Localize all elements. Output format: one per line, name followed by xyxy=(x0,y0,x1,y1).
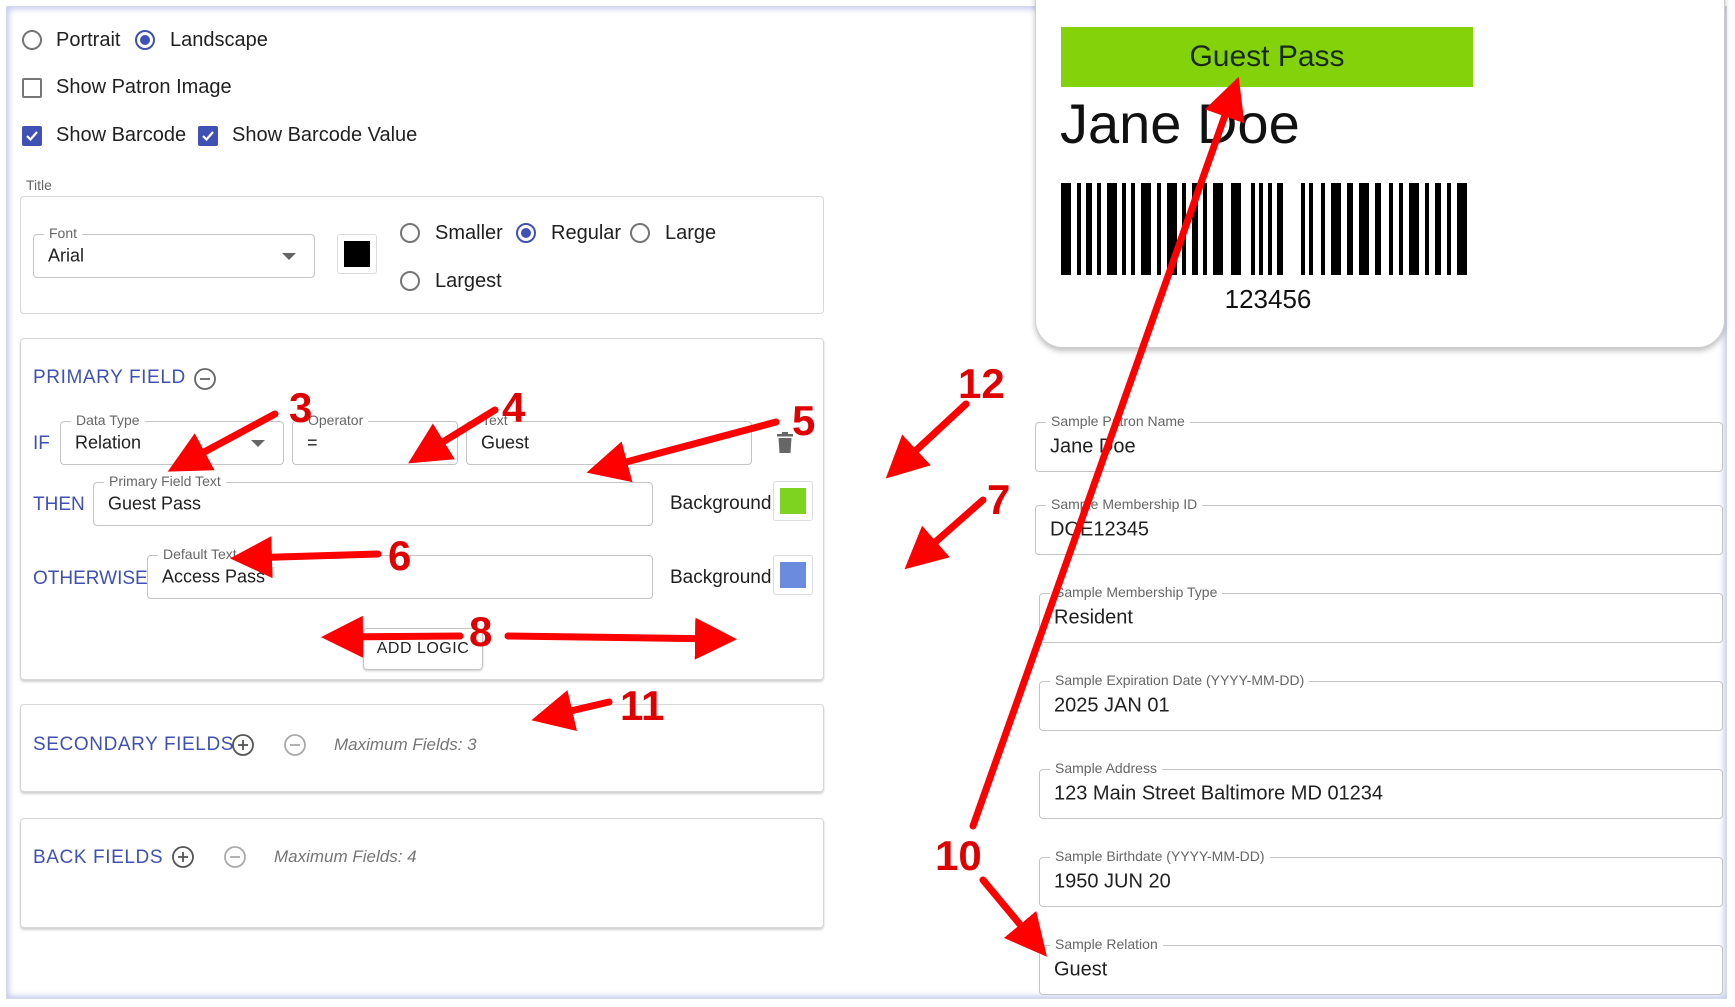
annotation-11: 11 xyxy=(620,682,665,729)
arrow-10-up xyxy=(969,76,1245,830)
annotation-7: 7 xyxy=(987,476,1011,523)
arrow-10-down xyxy=(979,876,1047,957)
annotation-6: 6 xyxy=(388,532,412,579)
annotation-10: 10 xyxy=(935,832,982,879)
arrow-11 xyxy=(531,690,613,732)
annotation-arrows xyxy=(167,76,1245,957)
arrow-4 xyxy=(408,406,499,464)
arrow-7 xyxy=(904,496,987,570)
arrow-5 xyxy=(586,418,780,483)
arrow-6 xyxy=(230,536,382,579)
annotation-3: 3 xyxy=(289,384,313,431)
arrow-8-right xyxy=(504,617,737,660)
annotation-5: 5 xyxy=(792,397,816,444)
arrow-3 xyxy=(167,410,279,472)
annotation-8: 8 xyxy=(469,608,493,655)
annotation-12: 12 xyxy=(958,360,1005,407)
arrow-12 xyxy=(885,400,970,479)
annotation-4: 4 xyxy=(502,384,526,431)
arrow-8-left xyxy=(321,615,464,658)
